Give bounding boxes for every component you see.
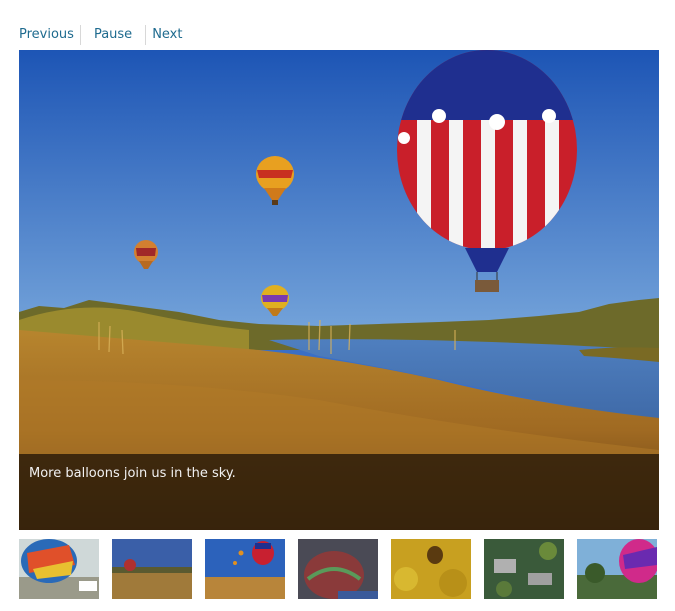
thumbnail[interactable] <box>112 539 192 599</box>
thumbnail-image <box>205 539 285 599</box>
thumbnail[interactable] <box>484 539 564 599</box>
slideshow-controls: Previous Pause Next <box>19 25 182 45</box>
slide-caption: More balloons join us in the sky. <box>19 454 659 530</box>
thumbnail[interactable] <box>19 539 99 599</box>
thumbnail[interactable] <box>577 539 657 599</box>
main-slide: More balloons join us in the sky. <box>19 50 659 530</box>
next-link[interactable]: Next <box>146 25 182 45</box>
thumbnail-image <box>391 539 471 599</box>
previous-link[interactable]: Previous <box>19 25 80 45</box>
thumbnail-image <box>19 539 99 599</box>
thumbnail[interactable] <box>205 539 285 599</box>
thumbnail-image <box>112 539 192 599</box>
pause-link[interactable]: Pause <box>81 25 145 45</box>
caption-text: More balloons join us in the sky. <box>29 466 236 481</box>
thumbnail-image <box>484 539 564 599</box>
thumbnail-strip <box>19 539 659 599</box>
thumbnail-image <box>577 539 657 599</box>
thumbnail[interactable] <box>298 539 378 599</box>
thumbnail-image <box>298 539 378 599</box>
thumbnail[interactable] <box>391 539 471 599</box>
